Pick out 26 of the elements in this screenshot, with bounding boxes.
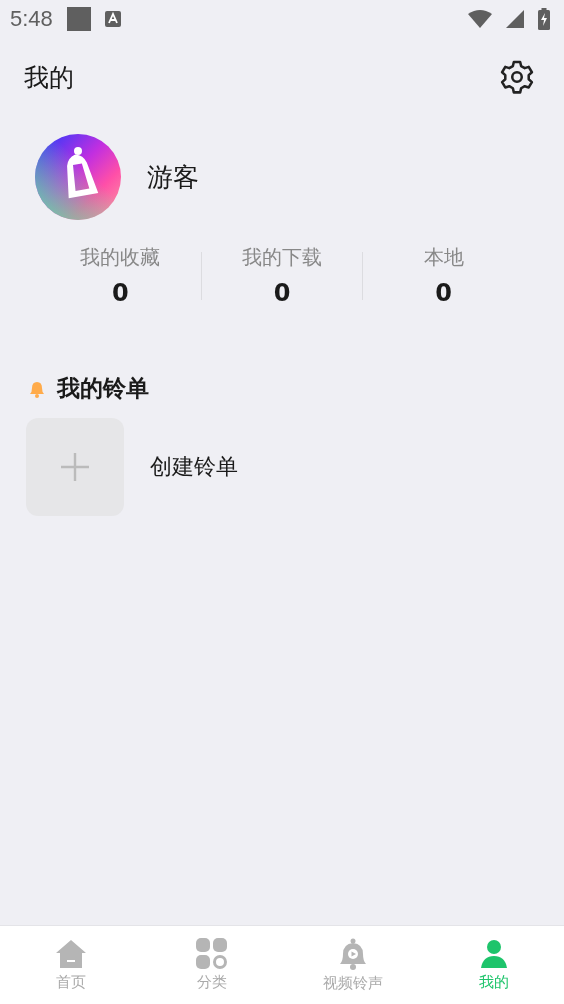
stat-label[interactable]: 我的下载 [242, 244, 322, 271]
stat-label[interactable]: 我的收藏 [80, 244, 161, 271]
page-title: 我的 [24, 61, 74, 94]
create-label[interactable]: 创建铃单 [150, 452, 238, 482]
notification-square-icon [66, 7, 91, 31]
nav-tab[interactable]: 分类 [141, 926, 282, 1004]
keyboard-a-icon [104, 11, 121, 27]
user-icon [478, 938, 509, 969]
nav-tab[interactable]: 视频铃声 [282, 926, 423, 1004]
stat-count: 0 [273, 279, 291, 307]
user-name: 游客 [147, 160, 199, 194]
bell-play-icon [337, 937, 368, 970]
nav-tab[interactable]: 我的 [423, 926, 564, 1004]
category-grid-icon [196, 938, 227, 969]
status-time: 5:48 [10, 6, 53, 32]
section-title: 我的铃单 [57, 374, 149, 403]
signal-icon [506, 10, 524, 28]
settings-icon[interactable] [498, 58, 536, 96]
stat-count: 0 [435, 279, 453, 307]
nav-tab[interactable]: 首页 [0, 926, 141, 1004]
battery-icon [538, 8, 550, 30]
wifi-icon [468, 10, 492, 28]
home-icon [54, 938, 87, 969]
stat-label[interactable]: 本地 [423, 244, 464, 271]
stat-count: 0 [112, 279, 129, 307]
plus-icon [61, 453, 89, 481]
